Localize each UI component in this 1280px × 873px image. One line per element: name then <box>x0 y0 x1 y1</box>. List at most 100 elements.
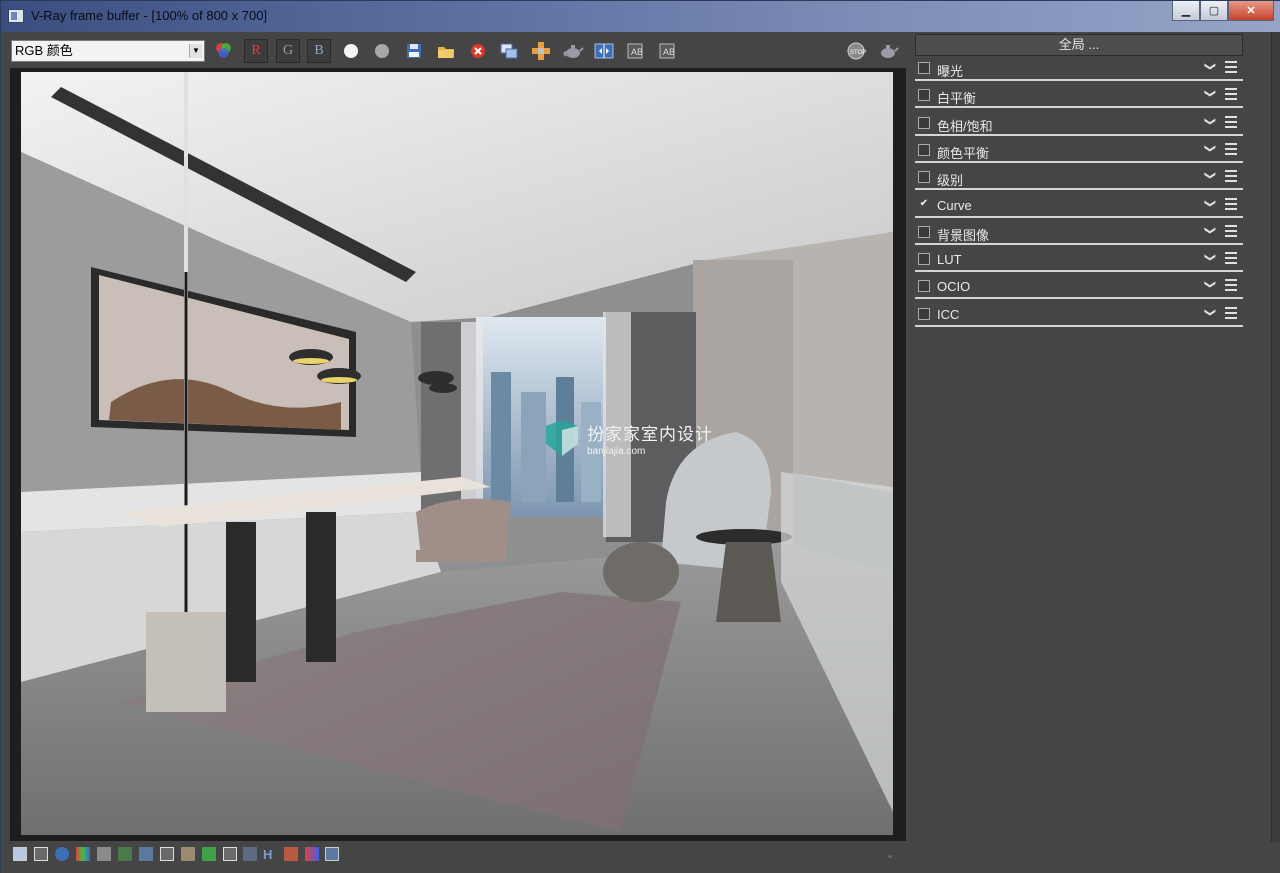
watermark: 扮家家室内设计 banjiajia.com <box>543 420 713 457</box>
histogram-icon[interactable] <box>139 847 153 861</box>
layer-row[interactable]: 色相/饱和 ❯ <box>915 112 1243 136</box>
image-info-icon[interactable] <box>13 847 27 861</box>
global-layer-header[interactable]: 全局 ... <box>915 34 1243 56</box>
layer-menu-icon[interactable] <box>1225 197 1237 210</box>
layer-label: Curve <box>937 197 972 213</box>
clear-image-icon[interactable] <box>466 39 490 63</box>
layer-menu-icon[interactable] <box>1225 306 1237 319</box>
compare-ab-icon[interactable] <box>592 39 616 63</box>
green-channel-button[interactable]: G <box>276 39 300 63</box>
layer-row[interactable]: 曝光 ❯ <box>915 57 1243 81</box>
h-icon[interactable]: H <box>263 847 277 862</box>
duplicate-icon[interactable] <box>497 39 521 63</box>
layer-row[interactable]: 级别 ❯ <box>915 166 1243 191</box>
layer-row[interactable]: LUT ❯ <box>915 248 1243 273</box>
svg-text:AB: AB <box>631 47 643 57</box>
save-icon[interactable] <box>402 39 426 63</box>
layer-label: 背景图像 <box>937 227 990 243</box>
layer-menu-icon[interactable] <box>1225 170 1237 183</box>
panel-scrollbar[interactable] <box>1271 32 1280 842</box>
layer-enable-checkbox[interactable] <box>918 171 930 184</box>
expand-chevron-icon[interactable]: ❯ <box>1204 62 1217 71</box>
layer-row[interactable]: 颜色平衡 ❯ <box>915 139 1243 163</box>
settings-icon[interactable] <box>325 847 339 861</box>
lut-icon[interactable] <box>243 847 257 861</box>
layer-label: LUT <box>937 252 962 268</box>
green-square-icon[interactable] <box>202 847 216 861</box>
expand-chevron-icon[interactable]: ❯ <box>1204 280 1217 289</box>
layer-menu-icon[interactable] <box>1225 142 1237 155</box>
window-title: V-Ray frame buffer - [100% of 800 x 700] <box>31 8 268 23</box>
expand-chevron-icon[interactable]: ❯ <box>1204 253 1217 262</box>
teapot-render-icon[interactable] <box>561 39 585 63</box>
close-button[interactable]: ✕ <box>1228 1 1274 21</box>
layer-enable-checkbox[interactable] <box>918 307 930 320</box>
maximize-button[interactable]: ▢ <box>1200 1 1228 21</box>
render-viewport: 扮家家室内设计 banjiajia.com <box>10 68 906 841</box>
sample-icon[interactable] <box>181 847 195 861</box>
expand-chevron-icon[interactable]: ❯ <box>1204 116 1217 125</box>
layer-menu-icon[interactable] <box>1225 115 1237 128</box>
expand-chevron-icon[interactable]: ❯ <box>1204 308 1217 317</box>
expand-chevron-icon[interactable]: ❯ <box>1204 171 1217 180</box>
expand-chevron-icon[interactable]: ❯ <box>1204 144 1217 153</box>
window-controls: ▁ ▢ ✕ <box>1172 1 1274 22</box>
watermark-logo-icon <box>546 420 578 456</box>
layer-enable-checkbox[interactable] <box>918 116 930 129</box>
gamma-icon[interactable] <box>223 847 237 861</box>
stop-render-icon[interactable]: STOP <box>844 39 868 63</box>
pixel-info-icon[interactable] <box>97 847 111 861</box>
layer-row[interactable]: 背景图像 ❯ <box>915 221 1243 245</box>
layer-label: 色相/饱和 <box>937 118 993 134</box>
layer-row[interactable]: 白平衡 ❯ <box>915 84 1243 109</box>
compare-icon[interactable] <box>305 847 319 861</box>
layer-enable-checkbox[interactable] <box>918 280 930 293</box>
expand-chevron-icon[interactable]: ❯ <box>1204 89 1217 98</box>
info-icon[interactable] <box>55 847 69 861</box>
rendered-image[interactable]: 扮家家室内设计 banjiajia.com <box>21 72 893 835</box>
title-bar[interactable]: V-Ray frame buffer - [100% of 800 x 700]… <box>1 1 1280 32</box>
white-circle-icon[interactable] <box>339 39 363 63</box>
layer-label: ICC <box>937 306 960 322</box>
layer-enable-checkbox[interactable] <box>918 62 930 74</box>
render-teapot-icon[interactable] <box>876 39 900 63</box>
track-mouse-icon[interactable] <box>118 847 132 861</box>
layer-menu-icon[interactable] <box>1225 88 1237 101</box>
watermark-title: 扮家家室内设计 <box>587 425 713 444</box>
expand-chevron-icon[interactable]: ❯ <box>1204 198 1217 207</box>
red-channel-button[interactable]: R <box>244 39 268 63</box>
layer-enable-checkbox[interactable] <box>918 143 930 156</box>
minimize-button[interactable]: ▁ <box>1172 1 1200 21</box>
expand-chevron-icon[interactable]: ❯ <box>1204 226 1217 235</box>
layer-enable-checkbox[interactable] <box>918 253 930 266</box>
blue-channel-button[interactable]: B <box>307 39 331 63</box>
layer-menu-icon[interactable] <box>1225 279 1237 292</box>
color-channels-icon[interactable] <box>211 39 235 63</box>
layer-enable-checkbox[interactable] <box>918 225 930 238</box>
history-b-icon[interactable]: AB <box>655 39 679 63</box>
open-folder-icon[interactable] <box>434 39 458 63</box>
gray-circle-icon[interactable] <box>370 39 394 63</box>
layer-label: 白平衡 <box>937 91 977 107</box>
layer-menu-icon[interactable] <box>1225 61 1237 73</box>
layer-row[interactable]: ✔ Curve ❯ <box>915 194 1243 218</box>
layer-enable-checkbox[interactable] <box>918 89 930 102</box>
color-correction-icon[interactable] <box>76 847 90 861</box>
layer-label: OCIO <box>937 279 971 295</box>
svg-text:STOP: STOP <box>850 50 866 56</box>
resize-grip-icon[interactable]: ⌄ <box>885 847 899 861</box>
stamp-icon[interactable] <box>284 847 298 861</box>
notes-icon[interactable] <box>34 847 48 861</box>
channel-select-value: RGB 颜色 <box>15 43 73 58</box>
layer-menu-icon[interactable] <box>1225 252 1237 265</box>
layer-menu-icon[interactable] <box>1225 224 1237 237</box>
layer-row[interactable]: OCIO ❯ <box>915 275 1243 300</box>
region-render-icon[interactable] <box>529 39 553 63</box>
layer-row[interactable]: ICC ❯ <box>915 303 1243 327</box>
layer-label: 曝光 <box>937 64 964 79</box>
channel-select[interactable]: RGB 颜色 ▼ <box>11 40 205 62</box>
lens-effects-icon[interactable] <box>160 847 174 861</box>
layer-enable-checkbox[interactable]: ✔ <box>918 198 930 211</box>
layer-label: 级别 <box>937 173 964 189</box>
history-a-icon[interactable]: AB <box>623 39 647 63</box>
